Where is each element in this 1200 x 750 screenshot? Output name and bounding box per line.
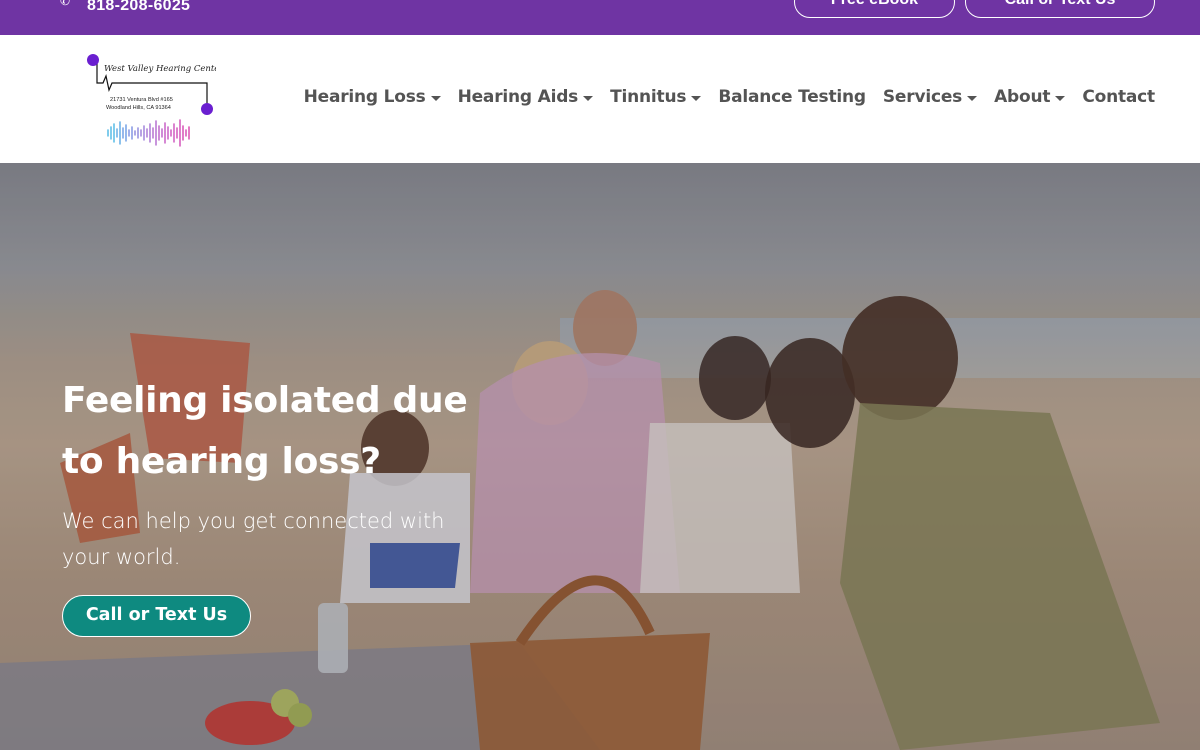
call-or-text-top-button[interactable]: Call or Text Us — [965, 0, 1155, 18]
nav-about-label: About — [994, 87, 1051, 107]
hero-subtitle-line1: We can help you get connected with — [62, 509, 445, 533]
nav-about[interactable]: About — [994, 87, 1066, 107]
phone-number-link[interactable]: 818-208-6025 — [87, 0, 190, 15]
sound-wave-icon — [107, 119, 190, 147]
hero-subtitle: We can help you get connected with your … — [62, 503, 482, 575]
nav-hearing-aids[interactable]: Hearing Aids — [458, 87, 594, 107]
nav-tinnitus[interactable]: Tinnitus — [610, 87, 702, 107]
nav-tinnitus-label: Tinnitus — [610, 87, 687, 107]
hero-title-line1: Feeling isolated due — [62, 380, 468, 421]
nav-balance-testing[interactable]: Balance Testing — [718, 87, 866, 107]
nav-services[interactable]: Services — [882, 87, 978, 107]
site-header: West Valley Hearing Center 21731 Ventura… — [0, 35, 1200, 163]
phone-icon: ✆ — [60, 0, 71, 8]
main-nav: Hearing Loss Hearing Aids Tinnitus Balan… — [287, 87, 1156, 107]
nav-hearing-loss[interactable]: Hearing Loss — [304, 87, 441, 107]
hero-title-line2: to hearing loss? — [62, 441, 381, 482]
nav-contact[interactable]: Contact — [1082, 87, 1155, 107]
logo-address-line1: 21731 Ventura Blvd #165 — [110, 97, 173, 103]
hero-title: Feeling isolated due to hearing loss? — [62, 370, 502, 492]
chevron-down-icon — [430, 95, 441, 101]
logo[interactable]: West Valley Hearing Center 21731 Ventura… — [86, 52, 224, 148]
chevron-down-icon — [967, 95, 978, 101]
hero-section: Feeling isolated due to hearing loss? We… — [0, 163, 1200, 750]
call-or-text-hero-button[interactable]: Call or Text Us — [62, 595, 251, 637]
free-ebook-button[interactable]: Free eBook — [794, 0, 955, 18]
nav-services-label: Services — [882, 87, 963, 107]
logo-wordmark: West Valley Hearing Center — [104, 64, 216, 74]
chevron-down-icon — [583, 95, 594, 101]
logo-address-line2: Woodland Hills, CA 91364 — [106, 105, 171, 111]
nav-hearing-aids-label: Hearing Aids — [457, 87, 579, 107]
hero-subtitle-line2: your world. — [62, 545, 181, 569]
nav-balance-testing-label: Balance Testing — [718, 87, 866, 107]
nav-hearing-loss-label: Hearing Loss — [303, 87, 426, 107]
chevron-down-icon — [691, 95, 702, 101]
nav-contact-label: Contact — [1082, 87, 1155, 107]
chevron-down-icon — [1055, 95, 1066, 101]
top-bar: ✆ 818-208-6025 Free eBook Call or Text U… — [0, 0, 1200, 35]
